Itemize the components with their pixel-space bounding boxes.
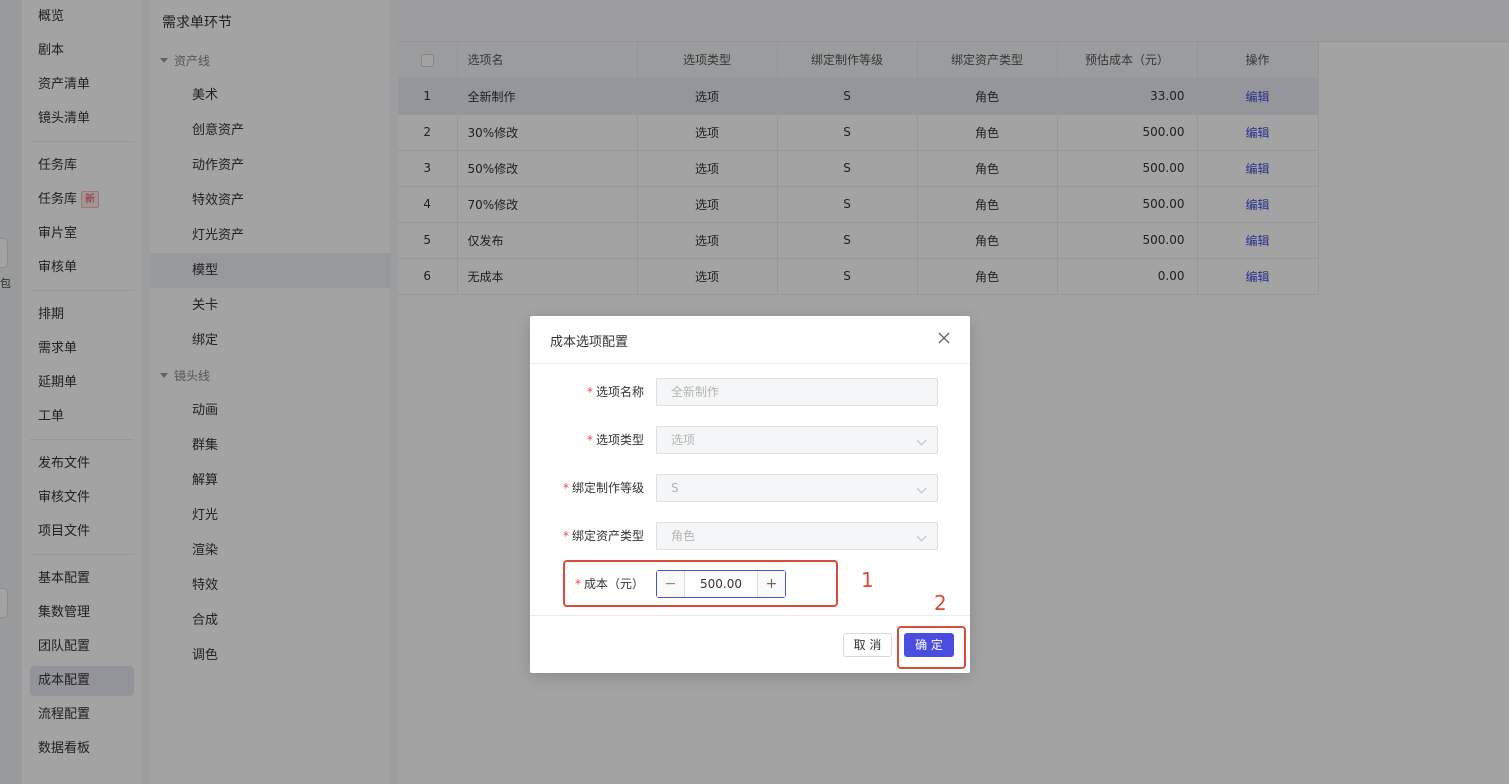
chevron-down-icon: [916, 435, 927, 446]
chevron-down-icon: [916, 483, 927, 494]
cancel-button[interactable]: 取 消: [843, 633, 892, 657]
required-mark: *: [586, 385, 593, 399]
field-label: * 绑定资产类型: [562, 529, 644, 543]
required-mark: *: [562, 481, 569, 495]
annotation-box-confirm: [897, 626, 966, 669]
option-type-select[interactable]: 选项: [656, 426, 938, 454]
field-label: * 选项类型: [586, 433, 644, 447]
dialog-title: 成本选项配置: [550, 335, 629, 350]
form-row-option-name: * 选项名称 全新制作: [530, 378, 970, 406]
required-mark: *: [562, 529, 569, 543]
chevron-down-icon: [916, 531, 927, 542]
production-level-select[interactable]: S: [656, 474, 938, 502]
annotation-box-cost: [563, 560, 838, 607]
asset-type-select[interactable]: 角色: [656, 522, 938, 550]
dialog-footer-divider: [530, 615, 970, 616]
annotation-number-1: 1: [861, 568, 874, 592]
annotation-number-2: 2: [934, 591, 947, 615]
form-row-production-level: * 绑定制作等级 S: [530, 474, 970, 502]
field-label: * 选项名称: [586, 385, 644, 399]
field-label: * 绑定制作等级: [562, 481, 644, 495]
form-row-asset-type: * 绑定资产类型 角色: [530, 522, 970, 550]
dialog-header-divider: [530, 363, 970, 364]
close-icon[interactable]: [936, 330, 952, 346]
cost-option-dialog: 成本选项配置 * 选项名称 全新制作 * 选项类型 选项 * 绑定制作等级 S * 绑定…: [530, 316, 970, 673]
option-name-input[interactable]: 全新制作: [656, 378, 938, 406]
form-row-option-type: * 选项类型 选项: [530, 426, 970, 454]
required-mark: *: [586, 433, 593, 447]
